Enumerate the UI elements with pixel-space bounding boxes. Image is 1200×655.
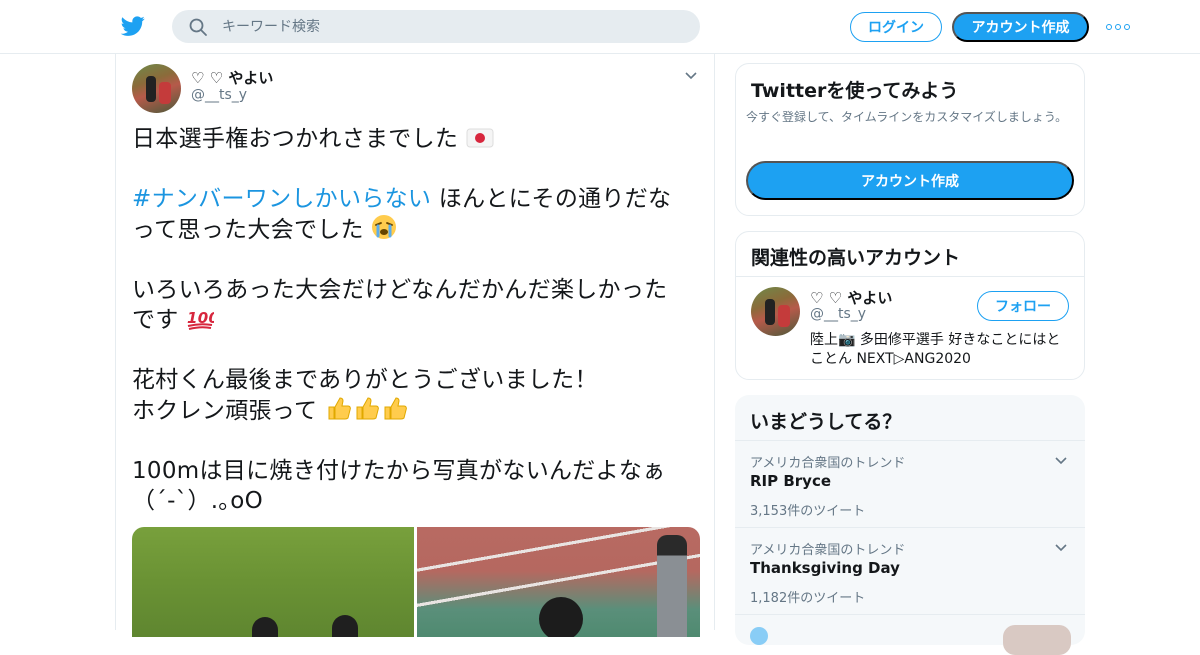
signup-card-description: 今すぐ登録して、タイムラインをカスタマイズしましょう。 (746, 110, 1068, 124)
trends-card: いまどうしてる？ アメリカ合衆国のトレンド RIP Bryce 3,153件のツ… (735, 395, 1085, 655)
trend-tweet-count: 3,153件のツイート (750, 504, 866, 519)
related-account-name[interactable]: ♡ ♡ やよい (810, 287, 892, 308)
login-button[interactable]: ログイン (850, 12, 942, 42)
avatar[interactable] (132, 64, 181, 113)
trend-context: アメリカ合衆国のトレンド (750, 456, 906, 471)
chevron-down-icon[interactable] (1053, 540, 1069, 556)
thumbs-up-icon (328, 397, 351, 420)
trend-item[interactable]: アメリカ合衆国のトレンド Thanksgiving Day 1,182件のツイー… (735, 527, 1085, 614)
tweet-author-name[interactable]: ♡ ♡ やよい (191, 67, 273, 88)
jp-flag-icon (466, 128, 494, 148)
tweet-line: です (132, 307, 179, 333)
tweet-text: 日本選手権おつかれさまでした #ナンバーワンしかいらない ほんとにその通りだな … (132, 124, 702, 516)
related-account-handle[interactable]: @__ts_y (810, 306, 866, 322)
crying-face-icon (372, 215, 397, 239)
more-options-icon[interactable] (1106, 18, 1130, 36)
tweet-container: ♡ ♡ やよい @__ts_y 日本選手権おつかれさまでした #ナンバーワンしか… (115, 54, 715, 637)
divider (736, 276, 1084, 277)
tweet-line: ホクレン頑張って (132, 398, 318, 424)
tweet-line: （´-`）.｡oO (132, 488, 263, 514)
tweet-line: いろいろあった大会だけどなんだかんだ楽しかった (132, 277, 668, 303)
trend-context: アメリカ合衆国のトレンド (750, 543, 906, 558)
tweet-line: ほんとにその通りだな (431, 186, 672, 212)
related-account-bio: 陸上📷 多田修平選手 好きなことにはとことん NEXT▷ANG2020 (810, 332, 1061, 367)
thumbs-up-icon (384, 397, 407, 420)
signup-card: Twitterを使ってみよう 今すぐ登録して、タイムラインをカスタマイズしましょ… (735, 63, 1085, 216)
trend-item[interactable]: アメリカ合衆国のトレンド RIP Bryce 3,153件のツイート (735, 440, 1085, 527)
avatar[interactable] (751, 287, 800, 336)
related-accounts-title: 関連性の高いアカウント (751, 247, 961, 269)
related-accounts-card: 関連性の高いアカウント ♡ ♡ やよい @__ts_y フォロー 陸上📷 多田修… (735, 231, 1085, 380)
trend-name[interactable]: RIP Bryce (750, 472, 831, 490)
trend-name[interactable]: Thanksgiving Day (750, 559, 900, 577)
tweet-line: って思った大会でした (132, 217, 364, 243)
create-account-button[interactable]: アカウント作成 (746, 161, 1074, 200)
chevron-down-icon[interactable] (683, 68, 699, 84)
trends-title: いまどうしてる？ (750, 411, 902, 433)
tweet-line: 100mは目に焼き付けたから写真がないんだよなぁ (132, 458, 666, 484)
search-input[interactable] (222, 10, 682, 43)
hundred-points-icon: 100 (187, 309, 214, 330)
search-bar (172, 10, 700, 43)
hashtag-link[interactable]: #ナンバーワンしかいらない (132, 186, 431, 212)
tweet-photo-grid (132, 527, 700, 637)
search-icon (189, 18, 207, 36)
trend-tweet-count: 1,182件のツイート (750, 591, 866, 606)
twitter-bird-icon[interactable] (120, 14, 146, 38)
follow-button[interactable]: フォロー (977, 291, 1069, 321)
thumbs-up-icon (356, 397, 379, 420)
tweet-line: 花村くん最後までありがとうございました！ (132, 367, 598, 393)
tweet-author-handle[interactable]: @__ts_y (191, 87, 247, 103)
top-navigation-bar: ログイン アカウント作成 (0, 0, 1200, 54)
tweet-photo[interactable] (417, 527, 700, 637)
chevron-down-icon[interactable] (1053, 453, 1069, 469)
tweet-photo[interactable] (132, 527, 414, 637)
tweet-line: 日本選手権おつかれさまでした (132, 126, 459, 152)
signup-card-title: Twitterを使ってみよう (751, 80, 959, 102)
signup-button[interactable]: アカウント作成 (952, 12, 1089, 42)
